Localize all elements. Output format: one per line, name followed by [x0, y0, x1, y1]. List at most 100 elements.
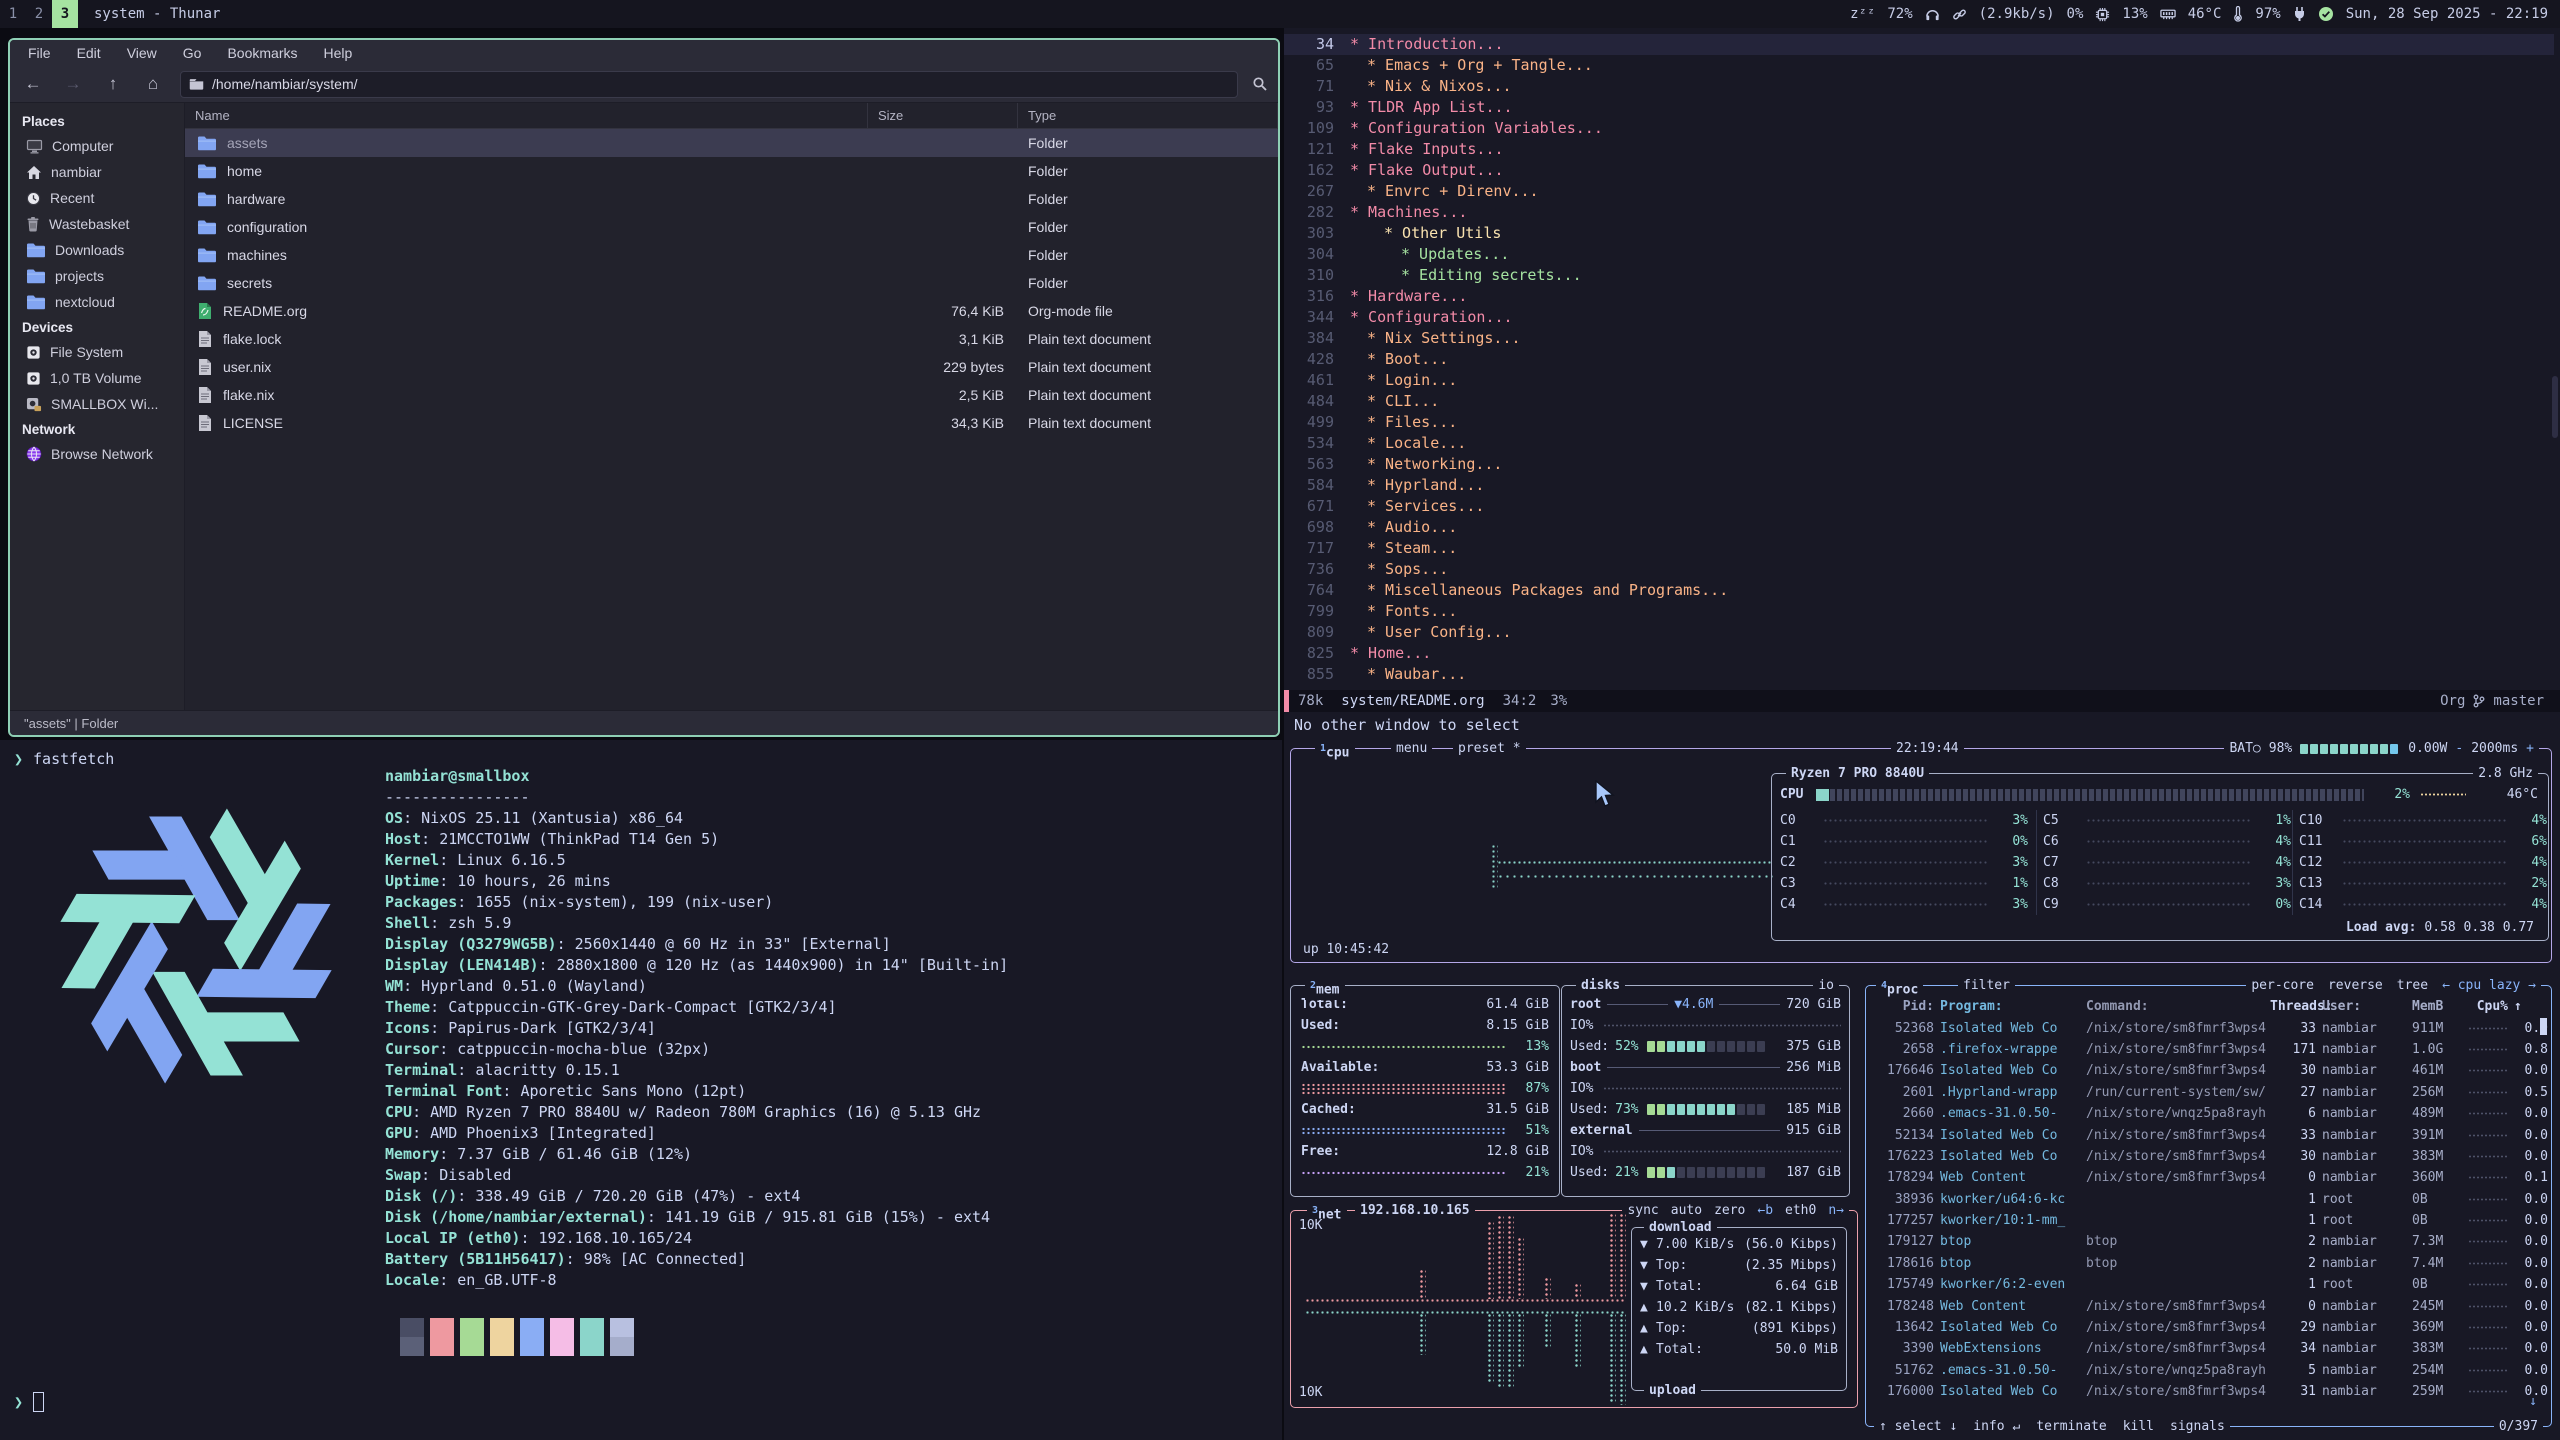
sidebar-item-recent[interactable]: Recent [10, 185, 184, 211]
menu-help[interactable]: Help [324, 45, 353, 61]
proc-action-kill[interactable]: kill [2123, 1416, 2154, 1437]
org-heading-line[interactable]: 162* Flake Output... [1284, 160, 2554, 181]
org-heading-line[interactable]: 825* Home... [1284, 643, 2554, 664]
file-row-home[interactable]: homeFolder [185, 157, 1278, 185]
proc-action-select[interactable]: ↑ select ↓ [1879, 1416, 1957, 1437]
workspace-button-1[interactable]: 1 [0, 0, 26, 28]
org-heading-line[interactable]: 93* TLDR App List... [1284, 97, 2554, 118]
file-row-flake-nix[interactable]: flake.nix2,5 KiBPlain text document [185, 381, 1278, 409]
process-row[interactable]: 51762.emacs-31.0.50-/nix/store/wnqz5pa8r… [1866, 1360, 2551, 1381]
org-heading-line[interactable]: 698* Audio... [1284, 517, 2554, 538]
menu-view[interactable]: View [127, 45, 157, 61]
process-row[interactable]: 176223Isolated Web Co/nix/store/sm8fmrf3… [1866, 1146, 2551, 1167]
process-row[interactable]: 3390WebExtensions/nix/store/sm8fmrf3wps4… [1866, 1338, 2551, 1359]
sidebar-item-1-0-tb-volume[interactable]: 1,0 TB Volume [10, 365, 184, 391]
org-heading-line[interactable]: 484* CLI... [1284, 391, 2554, 412]
forward-button[interactable]: → [60, 74, 86, 94]
cpu-button-menu[interactable]: menu [1391, 738, 1432, 759]
proc-action-info[interactable]: info ↵ [1973, 1416, 2020, 1437]
proc-button-cpu-lazy[interactable]: ← cpu lazy → [2442, 975, 2536, 996]
org-heading-line[interactable]: 717* Steam... [1284, 538, 2554, 559]
column-header-name[interactable]: Name [185, 103, 868, 128]
search-icon[interactable] [1252, 76, 1268, 92]
org-heading-line[interactable]: 671* Services... [1284, 496, 2554, 517]
proc-scrollbar-thumb[interactable] [2540, 1018, 2547, 1035]
org-heading-line[interactable]: 310* Editing secrets... [1284, 265, 2554, 286]
proc-action-signals[interactable]: signals [2170, 1416, 2225, 1437]
interval-minus[interactable]: - [2455, 738, 2463, 759]
file-row-readme-org[interactable]: README.org76,4 KiBOrg-mode file [185, 297, 1278, 325]
process-row[interactable]: 13642Isolated Web Co/nix/store/sm8fmrf3w… [1866, 1317, 2551, 1338]
file-row-assets[interactable]: assetsFolder [185, 129, 1278, 157]
org-heading-line[interactable]: 304* Updates... [1284, 244, 2554, 265]
org-heading-line[interactable]: 809* User Config... [1284, 622, 2554, 643]
org-heading-line[interactable]: 316* Hardware... [1284, 286, 2554, 307]
proc-filter-button[interactable]: filter [1958, 975, 2015, 996]
org-heading-line[interactable]: 109* Configuration Variables... [1284, 118, 2554, 139]
process-row[interactable]: 178294Web Content/nix/store/sm8fmrf3wps4… [1866, 1167, 2551, 1188]
proc-header-program[interactable]: Program: [1940, 996, 2080, 1017]
column-header-size[interactable]: Size [868, 103, 1018, 128]
org-heading-line[interactable]: 799* Fonts... [1284, 601, 2554, 622]
org-heading-line[interactable]: 71* Nix & Nixos... [1284, 76, 2554, 97]
process-row[interactable]: 52134Isolated Web Co/nix/store/sm8fmrf3w… [1866, 1124, 2551, 1145]
process-row[interactable]: 52368Isolated Web Co/nix/store/sm8fmrf3w… [1866, 1017, 2551, 1038]
sidebar-item-file-system[interactable]: File System [10, 339, 184, 365]
net-button-n[interactable]: n→ [1828, 1200, 1844, 1221]
process-row[interactable]: 175749kworker/6:2-even1root0B0.0 [1866, 1274, 2551, 1295]
sidebar-item-browse-network[interactable]: Browse Network [10, 441, 184, 467]
proc-action-terminate[interactable]: terminate [2036, 1416, 2106, 1437]
org-heading-line[interactable]: 461* Login... [1284, 370, 2554, 391]
org-heading-line[interactable]: 534* Locale... [1284, 433, 2554, 454]
process-row[interactable]: 179127btopbtop2nambiar7.3M0.0 [1866, 1231, 2551, 1252]
io-mode-button[interactable]: io [1813, 975, 1839, 996]
file-row-secrets[interactable]: secretsFolder [185, 269, 1278, 297]
new-prompt[interactable]: ❯ [14, 1392, 44, 1412]
process-row[interactable]: 38936kworker/u64:6-kc1root0B0.0 [1866, 1189, 2551, 1210]
menu-bookmarks[interactable]: Bookmarks [227, 45, 297, 61]
org-heading-line[interactable]: 34* Introduction... [1284, 34, 2554, 55]
home-button[interactable]: ⌂ [140, 74, 166, 94]
net-button-eth0[interactable]: eth0 [1785, 1200, 1816, 1221]
process-row[interactable]: 2601.Hyprland-wrapp/run/current-system/s… [1866, 1082, 2551, 1103]
org-heading-line[interactable]: 121* Flake Inputs... [1284, 139, 2554, 160]
path-bar[interactable]: /home/nambiar/system/ [180, 71, 1238, 98]
org-heading-line[interactable]: 384* Nix Settings... [1284, 328, 2554, 349]
file-row-flake-lock[interactable]: flake.lock3,1 KiBPlain text document [185, 325, 1278, 353]
sidebar-item-smallbox-wi[interactable]: SMALLBOX Wi... [10, 391, 184, 417]
proc-button-reverse[interactable]: reverse [2328, 975, 2383, 996]
sidebar-item-nambiar[interactable]: nambiar [10, 159, 184, 185]
up-button[interactable]: ↑ [100, 74, 126, 94]
proc-header-threads[interactable]: Threads: [2270, 996, 2316, 1017]
proc-header-memb[interactable]: MemB [2412, 996, 2462, 1017]
file-row-license[interactable]: LICENSE34,3 KiBPlain text document [185, 409, 1278, 437]
sidebar-item-wastebasket[interactable]: Wastebasket [10, 211, 184, 237]
org-heading-line[interactable]: 563* Networking... [1284, 454, 2554, 475]
file-row-user-nix[interactable]: user.nix229 bytesPlain text document [185, 353, 1278, 381]
column-header-type[interactable]: Type [1018, 103, 1278, 128]
menu-go[interactable]: Go [183, 45, 202, 61]
org-heading-line[interactable]: 267* Envrc + Direnv... [1284, 181, 2554, 202]
sidebar-item-downloads[interactable]: Downloads [10, 237, 184, 263]
process-row[interactable]: 176000Isolated Web Co/nix/store/sm8fmrf3… [1866, 1381, 2551, 1402]
sidebar-item-computer[interactable]: Computer [10, 133, 184, 159]
back-button[interactable]: ← [20, 74, 46, 94]
org-heading-line[interactable]: 584* Hyprland... [1284, 475, 2554, 496]
org-heading-line[interactable]: 764* Miscellaneous Packages and Programs… [1284, 580, 2554, 601]
process-row[interactable]: 2658.firefox-wrappe/nix/store/sm8fmrf3wp… [1866, 1039, 2551, 1060]
org-heading-line[interactable]: 736* Sops... [1284, 559, 2554, 580]
org-heading-line[interactable]: 499* Files... [1284, 412, 2554, 433]
file-row-hardware[interactable]: hardwareFolder [185, 185, 1278, 213]
menu-file[interactable]: File [28, 45, 51, 61]
net-button-zero[interactable]: zero [1714, 1200, 1745, 1221]
proc-button-per-core[interactable]: per-core [2251, 975, 2314, 996]
process-row[interactable]: 178616btopbtop2nambiar7.4M0.0 [1866, 1253, 2551, 1274]
process-row[interactable]: 176646Isolated Web Co/nix/store/sm8fmrf3… [1866, 1060, 2551, 1081]
net-button-b[interactable]: ←b [1757, 1200, 1773, 1221]
process-row[interactable]: 177257kworker/10:1-mm_1root0B0.0 [1866, 1210, 2551, 1231]
process-row[interactable]: 2660.emacs-31.0.50-/nix/store/wnqz5pa8ra… [1866, 1103, 2551, 1124]
proc-header-command[interactable]: Command: [2086, 996, 2264, 1017]
scrollbar-thumb[interactable] [2552, 376, 2558, 438]
sidebar-item-nextcloud[interactable]: nextcloud [10, 289, 184, 315]
org-heading-line[interactable]: 303* Other Utils [1284, 223, 2554, 244]
